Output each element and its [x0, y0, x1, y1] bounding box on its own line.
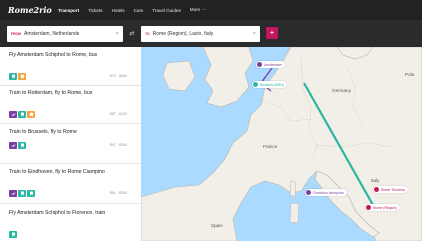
- transport-modes: [9, 73, 26, 80]
- map-pin-rome-tiburtina[interactable]: Rome Tiburtina: [373, 186, 408, 193]
- route-title: Train to Brussels, fly to Rome: [9, 129, 77, 135]
- route-price: $97 - $594: [109, 143, 127, 147]
- transport-modes: [9, 190, 35, 197]
- map-pin-fiumicino[interactable]: Fiumicino Aeroporto: [305, 189, 348, 196]
- transport-modes: [9, 142, 26, 149]
- plane-icon: [9, 190, 17, 197]
- route-title: Train to Eindhoven, fly to Rome Ciampino: [9, 169, 105, 175]
- origin-label: FROM: [11, 32, 21, 36]
- pin-label: Rome (Region): [373, 205, 397, 210]
- bus-icon: [27, 111, 35, 118]
- search-bar: FROM Amsterdam, Netherlands × ⇄ TO Rome …: [0, 20, 422, 47]
- train-icon: [18, 190, 26, 197]
- map-pin-brussels[interactable]: Brussels (BRU): [252, 81, 288, 88]
- country-label-france: France: [263, 144, 278, 149]
- pin-dot-icon: [374, 187, 379, 192]
- map-canvas[interactable]: [141, 47, 422, 241]
- nav-cars[interactable]: Cars: [134, 8, 144, 13]
- train-icon: [18, 111, 26, 118]
- bus-icon: [18, 73, 26, 80]
- rome2rio-logo[interactable]: Rome2rio: [8, 5, 58, 15]
- clear-destination-icon[interactable]: ×: [253, 31, 256, 37]
- route-price: $70 - $580: [109, 74, 127, 78]
- pin-dot-icon: [366, 205, 371, 210]
- map-pin-rome-region[interactable]: Rome (Region): [365, 204, 400, 211]
- transport-modes: [9, 231, 17, 238]
- route-price: $87 - $425: [109, 112, 127, 116]
- route-price: $81 - $509: [109, 191, 127, 195]
- country-label-italy: Italy: [371, 178, 380, 183]
- train-icon: [9, 73, 17, 80]
- pin-label: Rome Tiburtina: [381, 187, 405, 192]
- plane-icon: [9, 142, 17, 149]
- clear-origin-icon[interactable]: ×: [116, 31, 119, 37]
- corsica: [289, 180, 297, 198]
- route-card[interactable]: Train to Brussels, fly to Rome $97 - $59…: [0, 123, 141, 164]
- nav-tickets[interactable]: Tickets: [88, 8, 102, 13]
- pin-dot-icon: [253, 82, 258, 87]
- route-card[interactable]: Train to Rotterdam, fly to Rome, bus $87…: [0, 85, 141, 124]
- pin-dot-icon: [306, 190, 311, 195]
- origin-input[interactable]: Amsterdam, Netherlands: [24, 31, 116, 37]
- pin-label: Fiumicino Aeroporto: [313, 190, 345, 195]
- swap-icon[interactable]: ⇄: [126, 29, 138, 39]
- route-title: Train to Rotterdam, fly to Rome, bus: [9, 90, 93, 96]
- country-label-poland: Pola: [405, 72, 415, 77]
- pin-label: Brussels (BRU): [260, 82, 285, 87]
- country-label-germany: Germany: [332, 88, 351, 93]
- transport-modes: [9, 111, 35, 118]
- nav-hotels[interactable]: Hotels: [112, 8, 125, 13]
- route-results-list: Fly Amsterdam Schiphol to Rome, bus $70 …: [0, 47, 142, 241]
- pin-dot-icon: [257, 62, 262, 67]
- route-title: Fly Amsterdam Schiphol to Florence, trai…: [9, 210, 106, 216]
- nav-more[interactable]: More ⋯: [190, 7, 206, 13]
- add-stop-button[interactable]: +: [266, 27, 278, 39]
- destination-label: TO: [145, 32, 150, 36]
- nav-travel-guides[interactable]: Travel Guides: [152, 8, 180, 13]
- nav-transport[interactable]: Transport: [58, 8, 79, 13]
- top-navigation: Rome2rio Transport Tickets Hotels Cars T…: [0, 0, 422, 20]
- route-card[interactable]: Fly Amsterdam Schiphol to Florence, trai…: [0, 203, 141, 241]
- pin-label: Amsterdam: [264, 62, 282, 67]
- origin-field[interactable]: FROM Amsterdam, Netherlands ×: [7, 26, 123, 42]
- train-icon: [9, 231, 17, 238]
- route-title: Fly Amsterdam Schiphol to Rome, bus: [9, 52, 98, 58]
- country-label-spain: Spain: [211, 223, 223, 228]
- route-map[interactable]: Amsterdam Brussels (BRU) Fiumicino Aerop…: [141, 47, 422, 241]
- route-card[interactable]: Fly Amsterdam Schiphol to Rome, bus $70 …: [0, 47, 141, 86]
- train-icon: [27, 190, 35, 197]
- destination-field[interactable]: TO Rome (Region), Lazio, Italy ×: [141, 26, 260, 42]
- sardinia: [289, 202, 300, 224]
- map-pin-amsterdam[interactable]: Amsterdam: [256, 61, 285, 68]
- train-icon: [18, 142, 26, 149]
- route-card[interactable]: Train to Eindhoven, fly to Rome Ciampino…: [0, 163, 141, 204]
- plane-icon: [9, 111, 17, 118]
- main-nav: Transport Tickets Hotels Cars Travel Gui…: [58, 7, 206, 13]
- destination-input[interactable]: Rome (Region), Lazio, Italy: [153, 31, 253, 37]
